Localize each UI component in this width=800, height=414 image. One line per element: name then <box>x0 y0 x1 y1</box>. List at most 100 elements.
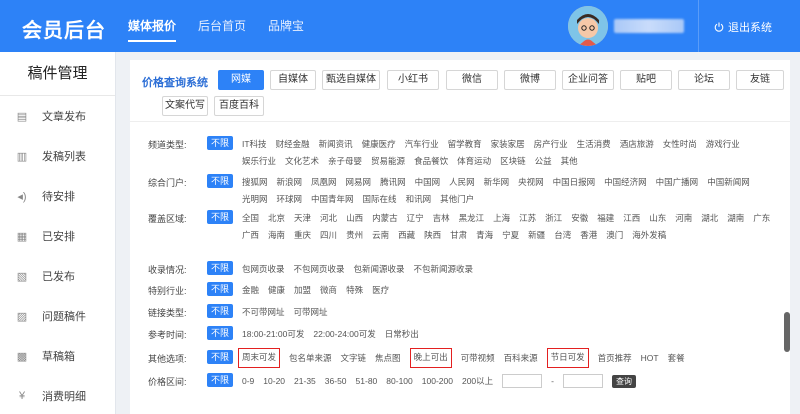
filter-option[interactable]: 百科来源 <box>504 352 538 364</box>
filter-option[interactable]: 其他 <box>561 155 578 167</box>
filter-option[interactable]: 亲子母婴 <box>328 155 362 167</box>
avatar[interactable] <box>568 6 608 46</box>
filter-option[interactable]: 广西 <box>242 229 259 241</box>
filter-option[interactable]: 搜狐网 <box>242 176 268 188</box>
filter-option[interactable]: 200以上 <box>462 375 493 387</box>
filter-option[interactable]: 金融 <box>242 284 259 296</box>
filter-option[interactable]: 周末可发 <box>238 348 281 368</box>
filter-option[interactable]: 上海 <box>493 212 510 224</box>
nav-media-price[interactable]: 媒体报价 <box>128 17 177 42</box>
filter-option[interactable]: 体育运动 <box>457 155 491 167</box>
filter-option[interactable]: 辽宁 <box>407 212 424 224</box>
filter-option[interactable]: 文字链 <box>341 352 367 364</box>
filter-option[interactable]: 网易网 <box>346 176 372 188</box>
filter-option[interactable]: 不可带网址 <box>242 306 285 318</box>
price-min-input[interactable] <box>502 374 543 388</box>
filter-all-tag[interactable]: 不限 <box>207 350 234 364</box>
filter-option[interactable]: 包名单来源 <box>289 352 332 364</box>
filter-option[interactable]: 36-50 <box>325 375 347 387</box>
filter-option[interactable]: 酒店旅游 <box>620 138 654 150</box>
filter-option[interactable]: 区块链 <box>500 155 526 167</box>
channel-button[interactable]: 小红书 <box>387 70 439 90</box>
filter-option[interactable]: 海南 <box>268 229 285 241</box>
filter-option[interactable]: 包新闻源收录 <box>354 263 405 275</box>
filter-option[interactable]: 节日可发 <box>546 348 589 368</box>
filter-option[interactable]: 文化艺术 <box>285 155 319 167</box>
channel-button[interactable]: 网媒 <box>218 70 264 90</box>
filter-option[interactable]: 套餐 <box>668 352 685 364</box>
filter-option[interactable]: 环球网 <box>277 193 303 205</box>
filter-option[interactable]: 其他门户 <box>440 193 474 205</box>
filter-option[interactable]: 公益 <box>535 155 552 167</box>
filter-option[interactable]: 留学教育 <box>448 138 482 150</box>
sidebar-item-consumption[interactable]: ¥ 消费明细 <box>0 376 115 414</box>
filter-option[interactable]: 澳门 <box>606 229 623 241</box>
filter-option[interactable]: 包网页收录 <box>242 263 285 275</box>
sidebar-item-pending[interactable]: ◂) 待安排 <box>0 176 115 216</box>
filter-option[interactable]: 西藏 <box>398 229 415 241</box>
channel-button[interactable]: 自媒体 <box>270 70 316 90</box>
filter-option[interactable]: 100-200 <box>422 375 453 387</box>
filter-option[interactable]: 可带视频 <box>461 352 495 364</box>
channel-button[interactable]: 贴吧 <box>620 70 672 90</box>
sidebar-item-problem[interactable]: ▨ 问题稿件 <box>0 296 115 336</box>
channel-button[interactable]: 微信 <box>446 70 498 90</box>
filter-option[interactable]: 中国广播网 <box>656 176 699 188</box>
filter-option[interactable]: 河北 <box>320 212 337 224</box>
filter-option[interactable]: 家装家居 <box>491 138 525 150</box>
filter-option[interactable]: 宁夏 <box>502 229 519 241</box>
filter-option[interactable]: 光明网 <box>242 193 268 205</box>
sidebar-item-published[interactable]: ▧ 已发布 <box>0 256 115 296</box>
filter-option[interactable]: 微商 <box>320 284 337 296</box>
filter-option[interactable]: 四川 <box>320 229 337 241</box>
filter-option[interactable]: 健康医疗 <box>362 138 396 150</box>
filter-option[interactable]: 不包网页收录 <box>294 263 345 275</box>
filter-option[interactable]: 晚上可出 <box>409 348 452 368</box>
filter-option[interactable]: 浙江 <box>545 212 562 224</box>
filter-option[interactable]: 51-80 <box>356 375 378 387</box>
price-max-input[interactable] <box>563 374 603 388</box>
filter-option[interactable]: 10-20 <box>263 375 285 387</box>
scrollbar[interactable] <box>784 312 790 352</box>
filter-option[interactable]: 食品餐饮 <box>414 155 448 167</box>
filter-option[interactable]: 汽车行业 <box>405 138 439 150</box>
filter-option[interactable]: 焦点图 <box>375 352 401 364</box>
filter-option[interactable]: 香港 <box>580 229 597 241</box>
filter-option[interactable]: 山西 <box>346 212 363 224</box>
filter-option[interactable]: 吉林 <box>433 212 450 224</box>
filter-option[interactable]: 首页推荐 <box>598 352 632 364</box>
filter-all-tag[interactable]: 不限 <box>207 326 234 340</box>
filter-option[interactable]: 新华网 <box>484 176 510 188</box>
filter-option[interactable]: 中国青年网 <box>311 193 354 205</box>
filter-option[interactable]: 中国网 <box>415 176 441 188</box>
nav-home[interactable]: 后台首页 <box>198 17 246 42</box>
filter-option[interactable]: 娱乐行业 <box>242 155 276 167</box>
filter-option[interactable]: 全国 <box>242 212 259 224</box>
filter-option[interactable]: 中国日报网 <box>553 176 596 188</box>
filter-option[interactable]: 80-100 <box>386 375 412 387</box>
filter-option[interactable]: 财经金融 <box>276 138 310 150</box>
filter-option[interactable]: 云南 <box>372 229 389 241</box>
filter-option[interactable]: 中国新闻网 <box>707 176 750 188</box>
filter-option[interactable]: 天津 <box>294 212 311 224</box>
filter-option[interactable]: 凤凰网 <box>311 176 337 188</box>
filter-option[interactable]: 新浪网 <box>277 176 303 188</box>
filter-option[interactable]: 中国经济网 <box>604 176 647 188</box>
filter-all-tag[interactable]: 不限 <box>207 282 234 296</box>
filter-option[interactable]: 房产行业 <box>534 138 568 150</box>
filter-option[interactable]: 台湾 <box>554 229 571 241</box>
filter-option[interactable]: 江苏 <box>519 212 536 224</box>
filter-option[interactable]: 湖南 <box>727 212 744 224</box>
filter-option[interactable]: 甘肃 <box>450 229 467 241</box>
filter-option[interactable]: 可带网址 <box>294 306 328 318</box>
filter-option[interactable]: 内蒙古 <box>372 212 398 224</box>
channel-button[interactable]: 微博 <box>504 70 556 90</box>
channel-button[interactable]: 百度百科 <box>214 96 264 116</box>
filter-option[interactable]: 湖北 <box>701 212 718 224</box>
filter-all-tag[interactable]: 不限 <box>207 373 234 387</box>
filter-option[interactable]: 福建 <box>597 212 614 224</box>
filter-option[interactable]: 生活消费 <box>577 138 611 150</box>
sidebar-item-drafts[interactable]: ▩ 草稿箱 <box>0 336 115 376</box>
filter-option[interactable]: HOT <box>641 352 659 364</box>
filter-all-tag[interactable]: 不限 <box>207 261 234 275</box>
